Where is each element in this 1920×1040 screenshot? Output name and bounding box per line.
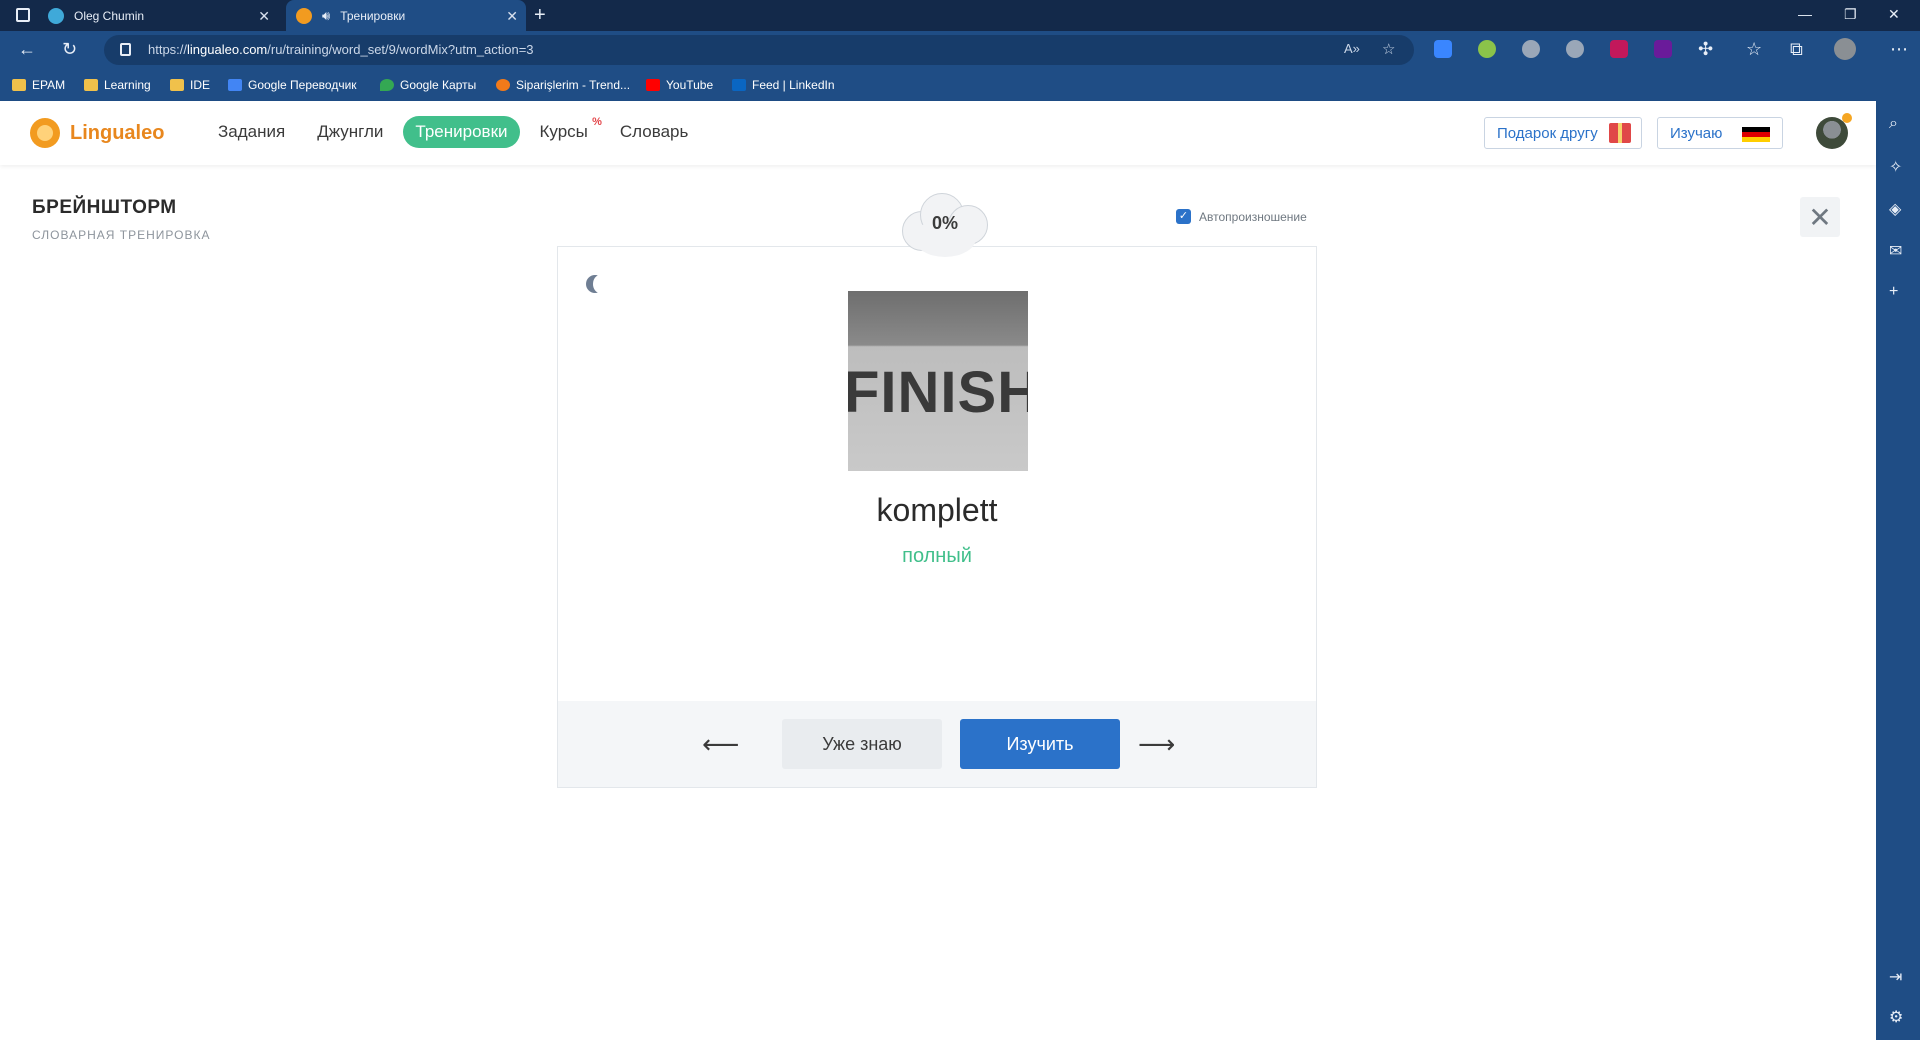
edge-sidebar: ⌕ ✧ ◈ ✉ + ⇥ ⚙ [1876,101,1920,1040]
close-tab-icon[interactable]: ✕ [258,8,270,25]
gift-icon [1609,123,1631,143]
bookmark-epam[interactable]: EPAM [12,78,65,92]
learning-button-label: Изучаю [1670,124,1723,142]
x-extension-icon[interactable] [1610,40,1628,58]
folder-icon [84,79,98,91]
linkedin-icon [732,79,746,91]
close-window-icon[interactable]: ✕ [1888,6,1900,23]
bookmark-linkedin[interactable]: Feed | LinkedIn [732,78,835,92]
profile-avatar[interactable] [1834,38,1856,60]
bookmark-ide[interactable]: IDE [170,78,210,92]
more-menu-icon[interactable]: ⋯ [1890,40,1908,58]
settings-gear-icon[interactable]: ⚙ [1889,1007,1903,1027]
site-header: Lingualeo Задания Джунгли Тренировки Кур… [0,101,1876,165]
already-know-button[interactable]: Уже знаю [782,719,942,769]
browser-tabbar: Oleg Chumin ✕ 🔊︎ Тренировки ✕ + — ❐ ✕ [0,0,1920,31]
tab-actions-icon[interactable] [16,8,30,22]
browser-navbar: ← ↻ https://lingualeo.com/ru/training/wo… [0,31,1920,69]
lock-icon[interactable] [120,43,131,56]
google-translate-icon [228,79,242,91]
lingualeo-logo[interactable]: Lingualeo [30,118,164,148]
logo-text: Lingualeo [70,121,165,144]
bookmark-trendyol[interactable]: Siparişlerim - Trend... [496,78,630,92]
bookmark-learning[interactable]: Learning [84,78,151,92]
new-tab-icon[interactable]: + [534,4,546,26]
address-bar[interactable]: https://lingualeo.com/ru/training/word_s… [104,35,1414,65]
bookmark-google-maps[interactable]: Google Карты [380,78,476,92]
edge-favicon-icon [48,7,64,24]
games-icon[interactable]: ◈ [1889,199,1901,219]
minimize-icon[interactable]: — [1798,6,1812,22]
speaker-icon[interactable]: 🔊︎ [322,8,330,24]
training-subtitle: СЛОВАРНАЯ ТРЕНИРОВКА [32,228,211,242]
autoplay-label: Автопроизношение [1199,209,1307,224]
restore-icon[interactable]: ❐ [1844,6,1857,23]
menu-item-label: Курсы [539,122,588,141]
search-icon[interactable]: ⌕ [1889,115,1898,133]
folder-icon [170,79,184,91]
green-extension-icon[interactable] [1478,40,1496,58]
close-icon: ✕ [1808,201,1832,233]
main-menu: Задания Джунгли Тренировки Курсы % Слова… [206,116,708,148]
close-training-button[interactable]: ✕ [1800,197,1840,237]
extension-icon[interactable] [1566,40,1584,58]
extension-icon[interactable] [1522,40,1540,58]
german-flag-icon [1742,127,1770,142]
progress-cloud: 0% [898,189,992,261]
lingualeo-favicon-icon [296,7,312,24]
card-actions: ⟵ Уже знаю Изучить ⟶ [558,701,1316,787]
learning-language-button[interactable]: Изучаю [1657,117,1783,149]
word-image: FINISH [848,291,1028,471]
image-caption: FINISH [848,360,1028,425]
trendyol-icon [496,79,510,91]
folder-icon [12,79,26,91]
collections-icon[interactable]: ⧉ [1790,40,1803,58]
foreign-word: komplett [876,492,998,528]
menu-item-tasks[interactable]: Задания [206,116,297,148]
page-content: Lingualeo Задания Джунгли Тренировки Кур… [0,101,1876,1040]
tab-title: Тренировки [340,8,406,23]
close-tab-icon[interactable]: ✕ [506,8,518,25]
refresh-icon[interactable]: ↻ [62,40,77,58]
word-card: FINISH komplett полный ⟵ Уже знаю Изучит… [557,246,1317,788]
word-translation: полный [902,545,972,567]
gift-button-label: Подарок другу [1497,124,1598,142]
autoplay-toggle[interactable]: ✓ Автопроизношение [1176,209,1307,224]
lion-logo-icon [30,118,60,148]
read-aloud-icon[interactable]: A» [1344,41,1360,56]
bookmarks-bar: EPAM Learning IDE Google Переводчик Goog… [0,69,1920,101]
menu-item-courses[interactable]: Курсы % [528,116,602,148]
night-mode-icon[interactable] [586,275,607,293]
back-icon[interactable]: ← [18,40,36,58]
add-icon[interactable]: + [1889,283,1898,301]
favorite-star-icon[interactable]: ☆ [1382,40,1395,58]
next-arrow-icon[interactable]: ⟶ [1138,729,1175,760]
hide-sidebar-icon[interactable]: ⇥ [1889,967,1902,987]
copilot-icon[interactable]: ✧ [1889,157,1902,177]
bookmark-google-translate[interactable]: Google Переводчик [228,78,357,92]
premium-star-icon [1842,113,1852,123]
menu-item-dictionary[interactable]: Словарь [608,116,700,148]
gift-friend-button[interactable]: Подарок другу [1484,117,1642,149]
autoplay-checkbox[interactable]: ✓ [1176,209,1191,224]
tab-title: Oleg Chumin [74,8,145,23]
menu-item-trainings[interactable]: Тренировки [403,116,520,148]
favorites-icon[interactable]: ☆ [1746,40,1762,58]
outlook-icon[interactable]: ✉ [1889,241,1902,261]
discount-badge: % [592,116,602,128]
url-text[interactable]: https://lingualeo.com/ru/training/word_s… [148,42,534,57]
progress-percent: 0% [931,213,958,233]
youtube-icon [646,79,660,91]
tab-trainings[interactable]: 🔊︎ Тренировки ✕ [286,0,526,31]
google-maps-icon [380,79,394,91]
extension-icon[interactable] [1654,40,1672,58]
bookmark-youtube[interactable]: YouTube [646,78,713,92]
prev-arrow-icon[interactable]: ⟵ [702,729,739,760]
tab-oleg-chumin[interactable]: Oleg Chumin ✕ [38,0,278,31]
menu-item-jungle[interactable]: Джунгли [305,116,395,148]
learn-button[interactable]: Изучить [960,719,1120,769]
extensions-puzzle-icon[interactable]: ✣ [1698,40,1713,58]
translate-extension-icon[interactable] [1434,40,1452,58]
training-title: БРЕЙНШТОРМ [32,197,177,218]
